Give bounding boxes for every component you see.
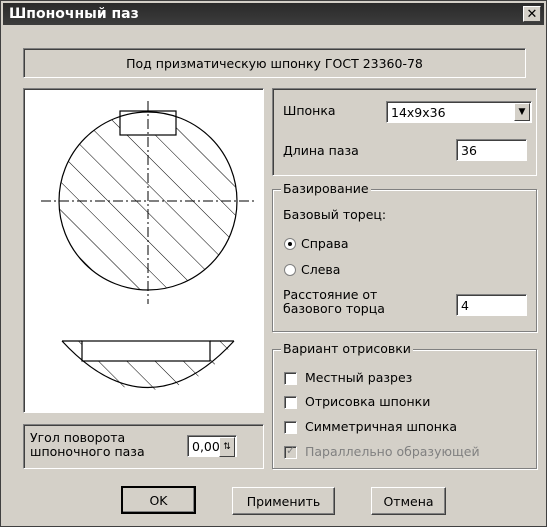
apply-label: Применить bbox=[246, 493, 321, 509]
key-select[interactable]: 14x9x36 ▼ bbox=[386, 101, 532, 123]
draw-key-checkbox[interactable] bbox=[284, 396, 297, 409]
parallel-generatrix-label: Параллельно образующей bbox=[305, 444, 480, 459]
draw-options-title: Вариант отрисовки bbox=[281, 341, 413, 356]
angle-input[interactable]: 0,00 ⇅ bbox=[187, 435, 237, 457]
spin-updown-icon: ⇅ bbox=[223, 442, 231, 452]
parallel-generatrix-checkbox[interactable]: ✓ bbox=[284, 444, 297, 459]
close-icon: ✕ bbox=[526, 6, 538, 22]
symmetric-key-checkbox[interactable] bbox=[284, 421, 297, 434]
close-button[interactable]: ✕ bbox=[523, 6, 541, 22]
window-title: Шпоночный паз bbox=[9, 6, 139, 22]
length-value: 36 bbox=[461, 142, 477, 158]
draw-key-label: Отрисовка шпонки bbox=[305, 394, 431, 409]
symmetric-key-label: Симметричная шпонка bbox=[305, 419, 458, 434]
basing-group-title: Базирование bbox=[281, 181, 371, 196]
local-section-label: Местный разрез bbox=[305, 370, 413, 385]
radio-left-label: Слева bbox=[301, 262, 341, 277]
apply-button[interactable]: Применить bbox=[232, 487, 335, 515]
distance-input[interactable]: 4 bbox=[456, 294, 527, 316]
title-bar: Шпоночный паз ✕ bbox=[3, 3, 544, 25]
keyway-preview-drawing bbox=[41, 101, 257, 390]
chevron-down-icon[interactable]: ▼ bbox=[514, 103, 530, 121]
distance-value: 4 bbox=[461, 297, 469, 313]
ok-label: OK bbox=[149, 492, 168, 508]
key-label: Шпонка bbox=[283, 103, 336, 118]
preview-panel bbox=[23, 88, 264, 413]
angle-panel: Угол поворота шпоночного паза 0,00 ⇅ bbox=[23, 424, 264, 469]
key-select-value: 14x9x36 bbox=[391, 104, 446, 120]
base-face-label: Базовый торец: bbox=[283, 207, 387, 222]
angle-label-line1: Угол поворота bbox=[30, 430, 126, 445]
ok-button[interactable]: OK bbox=[121, 486, 196, 514]
length-input[interactable]: 36 bbox=[456, 139, 527, 161]
radio-right[interactable] bbox=[284, 238, 296, 250]
distance-label-line2: базового торца bbox=[283, 301, 385, 316]
draw-options-group: Вариант отрисовки Местный разрез Отрисов… bbox=[272, 341, 537, 469]
basing-group: Базирование Базовый торец: Справа Слева … bbox=[272, 181, 537, 332]
dialog-window: Шпоночный паз ✕ Под призматическую шпонк… bbox=[0, 0, 547, 527]
cancel-button[interactable]: Отмена bbox=[371, 487, 446, 515]
distance-label-line1: Расстояние от bbox=[283, 287, 378, 302]
cancel-label: Отмена bbox=[383, 493, 434, 509]
params-panel: Шпонка 14x9x36 ▼ Длина паза 36 bbox=[272, 88, 537, 176]
header-panel: Под призматическую шпонку ГОСТ 23360-78 bbox=[23, 48, 526, 78]
local-section-checkbox[interactable] bbox=[284, 372, 297, 385]
angle-spin-button[interactable]: ⇅ bbox=[219, 437, 235, 457]
radio-left[interactable] bbox=[284, 264, 296, 276]
length-label: Длина паза bbox=[283, 143, 359, 158]
radio-right-label: Справа bbox=[301, 236, 349, 251]
header-text: Под призматическую шпонку ГОСТ 23360-78 bbox=[126, 55, 423, 71]
angle-label-line2: шпоночного паза bbox=[30, 444, 145, 459]
angle-value: 0,00 bbox=[192, 438, 220, 454]
